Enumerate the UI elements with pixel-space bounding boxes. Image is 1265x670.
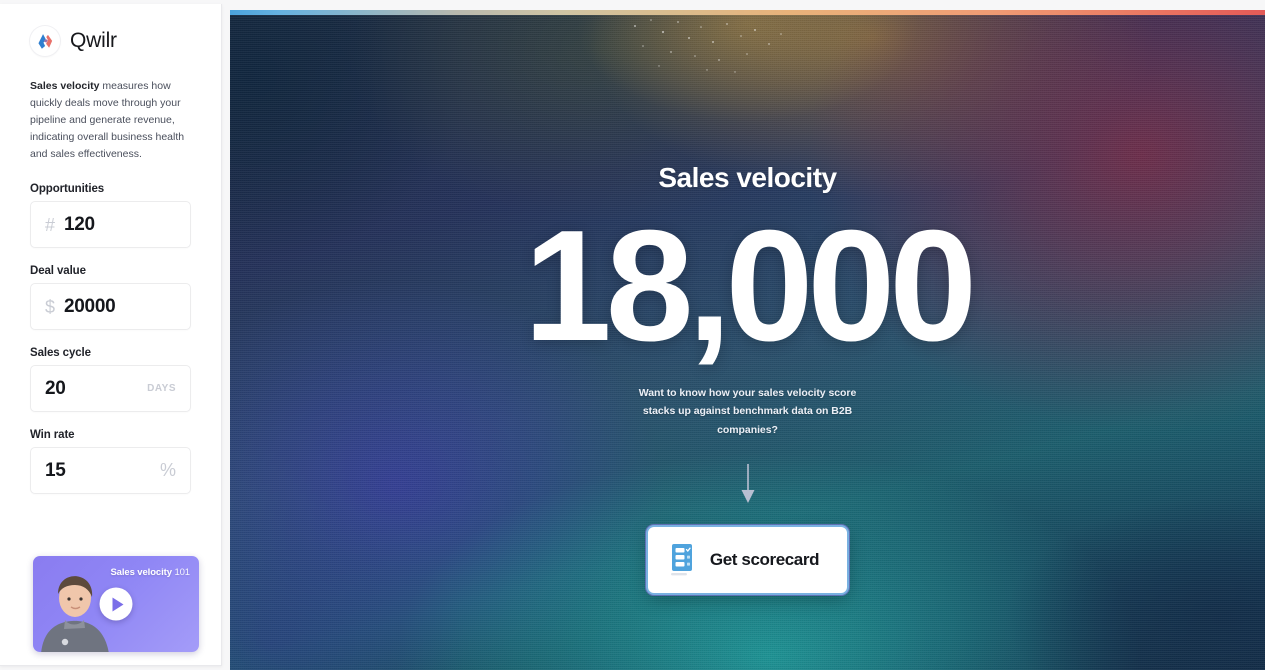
sales-velocity-value: 18,000 [523, 198, 977, 374]
input-sales-cycle[interactable]: 20 DAYS [30, 365, 191, 412]
field-opportunities: Opportunities # 120 [30, 183, 191, 248]
sidebar-description-rest: measures how quickly deals move through … [30, 80, 185, 160]
input-opportunities[interactable]: # 120 [30, 201, 191, 248]
sidebar: Qwilr Sales velocity measures how quickl… [0, 4, 222, 666]
brand: Qwilr [30, 26, 191, 56]
sidebar-description-bold: Sales velocity [30, 80, 100, 92]
input-value-opportunities[interactable]: 120 [64, 214, 176, 236]
field-label-opportunities: Opportunities [30, 183, 105, 195]
scorecard-icon [670, 544, 692, 576]
sidebar-description: Sales velocity measures how quickly deal… [30, 78, 191, 163]
video-title: Sales velocity 101 [110, 567, 190, 578]
unit-days-label: DAYS [147, 383, 176, 394]
input-deal-value[interactable]: $ 20000 [30, 283, 191, 330]
input-value-win-rate[interactable]: 15 [45, 460, 160, 482]
field-sales-cycle: Sales cycle 20 DAYS [30, 347, 191, 412]
main-gradient-panel: Sales velocity 18,000 Want to know how y… [230, 10, 1265, 670]
page-title: Sales velocity [658, 162, 837, 193]
qwilr-logo-icon [30, 26, 60, 56]
play-icon[interactable] [99, 587, 133, 621]
field-label-sales-cycle: Sales cycle [30, 347, 91, 359]
video-thumbnail-card[interactable]: Sales velocity 101 [33, 556, 199, 652]
get-scorecard-label: Get scorecard [709, 550, 820, 570]
get-scorecard-button[interactable]: Get scorecard [647, 527, 848, 594]
arrow-down-icon [739, 463, 757, 505]
field-deal-value: Deal value $ 20000 [30, 265, 191, 330]
play-triangle [112, 597, 123, 611]
dollar-icon: $ [45, 296, 56, 317]
field-win-rate: Win rate 15 % [30, 429, 191, 494]
input-value-sales-cycle[interactable]: 20 [45, 378, 147, 400]
hash-icon: # [45, 214, 56, 235]
field-label-deal-value: Deal value [30, 265, 86, 277]
video-title-number: 101 [174, 567, 190, 578]
input-win-rate[interactable]: 15 % [30, 447, 191, 494]
input-value-deal-value[interactable]: 20000 [64, 296, 176, 318]
brand-name: Qwilr [70, 29, 117, 52]
video-title-text: Sales velocity [110, 567, 172, 578]
app-root: Qwilr Sales velocity measures how quickl… [0, 0, 1265, 670]
top-color-strip [230, 10, 1265, 15]
benchmark-prompt-text: Want to know how your sales velocity sco… [638, 386, 857, 436]
percent-icon: % [159, 460, 176, 480]
field-label-win-rate: Win rate [30, 429, 75, 441]
